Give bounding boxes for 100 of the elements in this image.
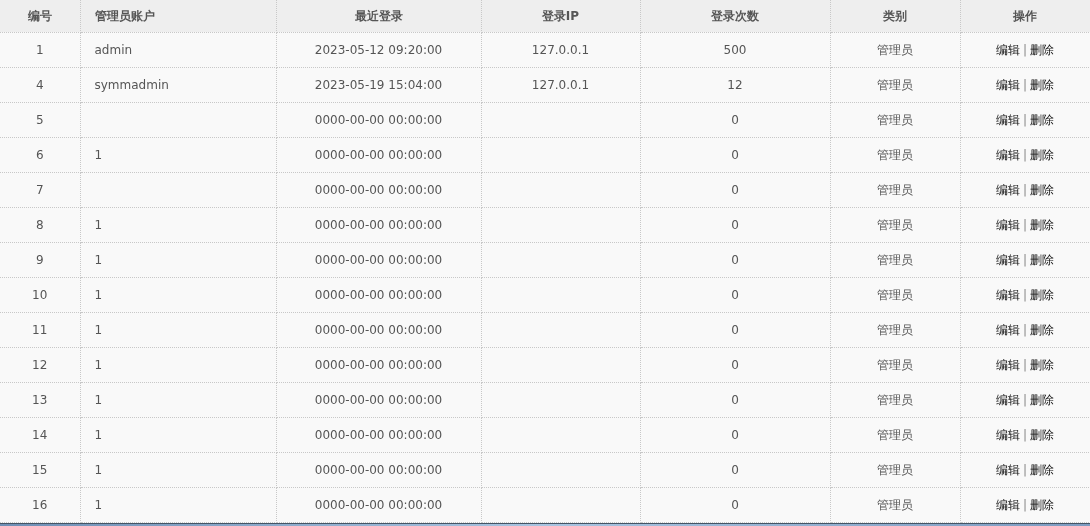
table-cell: 管理员 [877, 497, 913, 512]
table-cell: 10 [32, 287, 48, 302]
separator: | [1022, 357, 1027, 372]
table-cell: 12 [727, 77, 743, 92]
table-cell: 1 [94, 497, 103, 512]
table-cell: 0000-00-00 00:00:00 [314, 322, 443, 337]
table-cell: 管理员 [877, 427, 913, 442]
delete-link[interactable]: 删除 [1030, 42, 1054, 57]
table-cell: 管理员 [877, 287, 913, 302]
table-cell: 4 [35, 77, 44, 92]
column-header: 最近登录 [276, 0, 481, 32]
table-cell: 管理员 [877, 322, 913, 337]
edit-link[interactable]: 编辑 [995, 217, 1020, 232]
edit-link[interactable]: 编辑 [995, 77, 1020, 92]
column-header: 类别 [830, 0, 960, 32]
delete-link[interactable]: 删除 [1030, 497, 1054, 512]
table-cell: 1 [35, 42, 44, 57]
table-cell: 0 [731, 322, 739, 337]
table-cell: 0 [731, 392, 739, 407]
table-cell: 管理员 [877, 42, 913, 57]
separator: | [1022, 497, 1027, 512]
separator: | [1022, 287, 1027, 302]
table-cell: 0000-00-00 00:00:00 [314, 357, 443, 372]
table-cell: 1 [94, 427, 103, 442]
table-cell: 14 [32, 427, 48, 442]
separator: | [1022, 252, 1027, 267]
separator: | [1022, 77, 1027, 92]
delete-link[interactable]: 删除 [1030, 462, 1054, 477]
column-header: 操作 [960, 0, 1090, 32]
table-cell: 6 [35, 147, 44, 162]
delete-link[interactable]: 删除 [1030, 322, 1054, 337]
table-cell: 9 [35, 252, 44, 267]
edit-link[interactable]: 编辑 [995, 42, 1020, 57]
table-cell: 5 [35, 112, 44, 127]
edit-link[interactable]: 编辑 [995, 147, 1020, 162]
delete-link[interactable]: 删除 [1030, 427, 1054, 442]
table-cell: 1 [94, 217, 103, 232]
table-cell: symmadmin [94, 77, 169, 92]
delete-link[interactable]: 删除 [1030, 182, 1054, 197]
table-cell: 15 [32, 462, 48, 477]
table-cell: 0 [731, 217, 739, 232]
separator: | [1022, 182, 1027, 197]
edit-link[interactable]: 编辑 [995, 497, 1020, 512]
table-cell: 0000-00-00 00:00:00 [314, 497, 443, 512]
delete-link[interactable]: 删除 [1030, 77, 1054, 92]
edit-link[interactable]: 编辑 [995, 462, 1020, 477]
edit-link[interactable]: 编辑 [995, 287, 1020, 302]
table-cell: 管理员 [877, 217, 913, 232]
delete-link[interactable]: 删除 [1030, 112, 1054, 127]
table-cell: 管理员 [877, 357, 913, 372]
separator: | [1022, 462, 1027, 477]
table-cell: 管理员 [877, 77, 913, 92]
table-cell: 2023-05-12 09:20:00 [314, 42, 443, 57]
table-cell: 1 [94, 322, 103, 337]
delete-link[interactable]: 删除 [1030, 147, 1054, 162]
table-cell: 13 [32, 392, 48, 407]
table-cell: 8 [35, 217, 44, 232]
separator: | [1022, 147, 1027, 162]
separator: | [1022, 392, 1027, 407]
table-cell: 管理员 [877, 147, 913, 162]
table-cell: 0000-00-00 00:00:00 [314, 287, 443, 302]
edit-link[interactable]: 编辑 [995, 252, 1020, 267]
table-cell: 2023-05-19 15:04:00 [314, 77, 443, 92]
table-cell: 1 [94, 462, 103, 477]
table-cell: 0 [731, 427, 739, 442]
table-cell: 0 [731, 147, 739, 162]
table-cell: 0 [731, 287, 739, 302]
column-header: 管理员账户 [80, 0, 276, 32]
table-cell: 1 [94, 287, 103, 302]
table-cell: 0000-00-00 00:00:00 [314, 112, 443, 127]
edit-link[interactable]: 编辑 [995, 182, 1020, 197]
table-cell: 1 [94, 147, 103, 162]
table-cell: 0 [731, 497, 739, 512]
delete-link[interactable]: 删除 [1030, 217, 1054, 232]
column-header: 登录次数 [640, 0, 830, 32]
table-cell: 0000-00-00 00:00:00 [314, 392, 443, 407]
delete-link[interactable]: 删除 [1030, 252, 1054, 267]
table-cell: 16 [32, 497, 48, 512]
delete-link[interactable]: 删除 [1030, 287, 1054, 302]
table-cell: 管理员 [877, 392, 913, 407]
edit-link[interactable]: 编辑 [995, 112, 1020, 127]
table-cell: 0000-00-00 00:00:00 [314, 147, 443, 162]
table-cell: 管理员 [877, 182, 913, 197]
table-cell: 7 [35, 182, 44, 197]
table-cell: 127.0.0.1 [531, 42, 590, 57]
table-cell: 0000-00-00 00:00:00 [314, 462, 443, 477]
table-cell: 1 [94, 357, 103, 372]
delete-link[interactable]: 删除 [1030, 357, 1054, 372]
separator: | [1022, 322, 1027, 337]
edit-link[interactable]: 编辑 [995, 322, 1020, 337]
delete-link[interactable]: 删除 [1030, 392, 1054, 407]
table-cell: 0 [731, 112, 739, 127]
table-cell: 11 [32, 322, 48, 337]
column-header: 编号 [0, 0, 80, 32]
edit-link[interactable]: 编辑 [995, 392, 1020, 407]
edit-link[interactable]: 编辑 [995, 357, 1020, 372]
table-cell: 1 [94, 252, 103, 267]
edit-link[interactable]: 编辑 [995, 427, 1020, 442]
separator: | [1022, 42, 1027, 57]
table-cell: 0 [731, 357, 739, 372]
